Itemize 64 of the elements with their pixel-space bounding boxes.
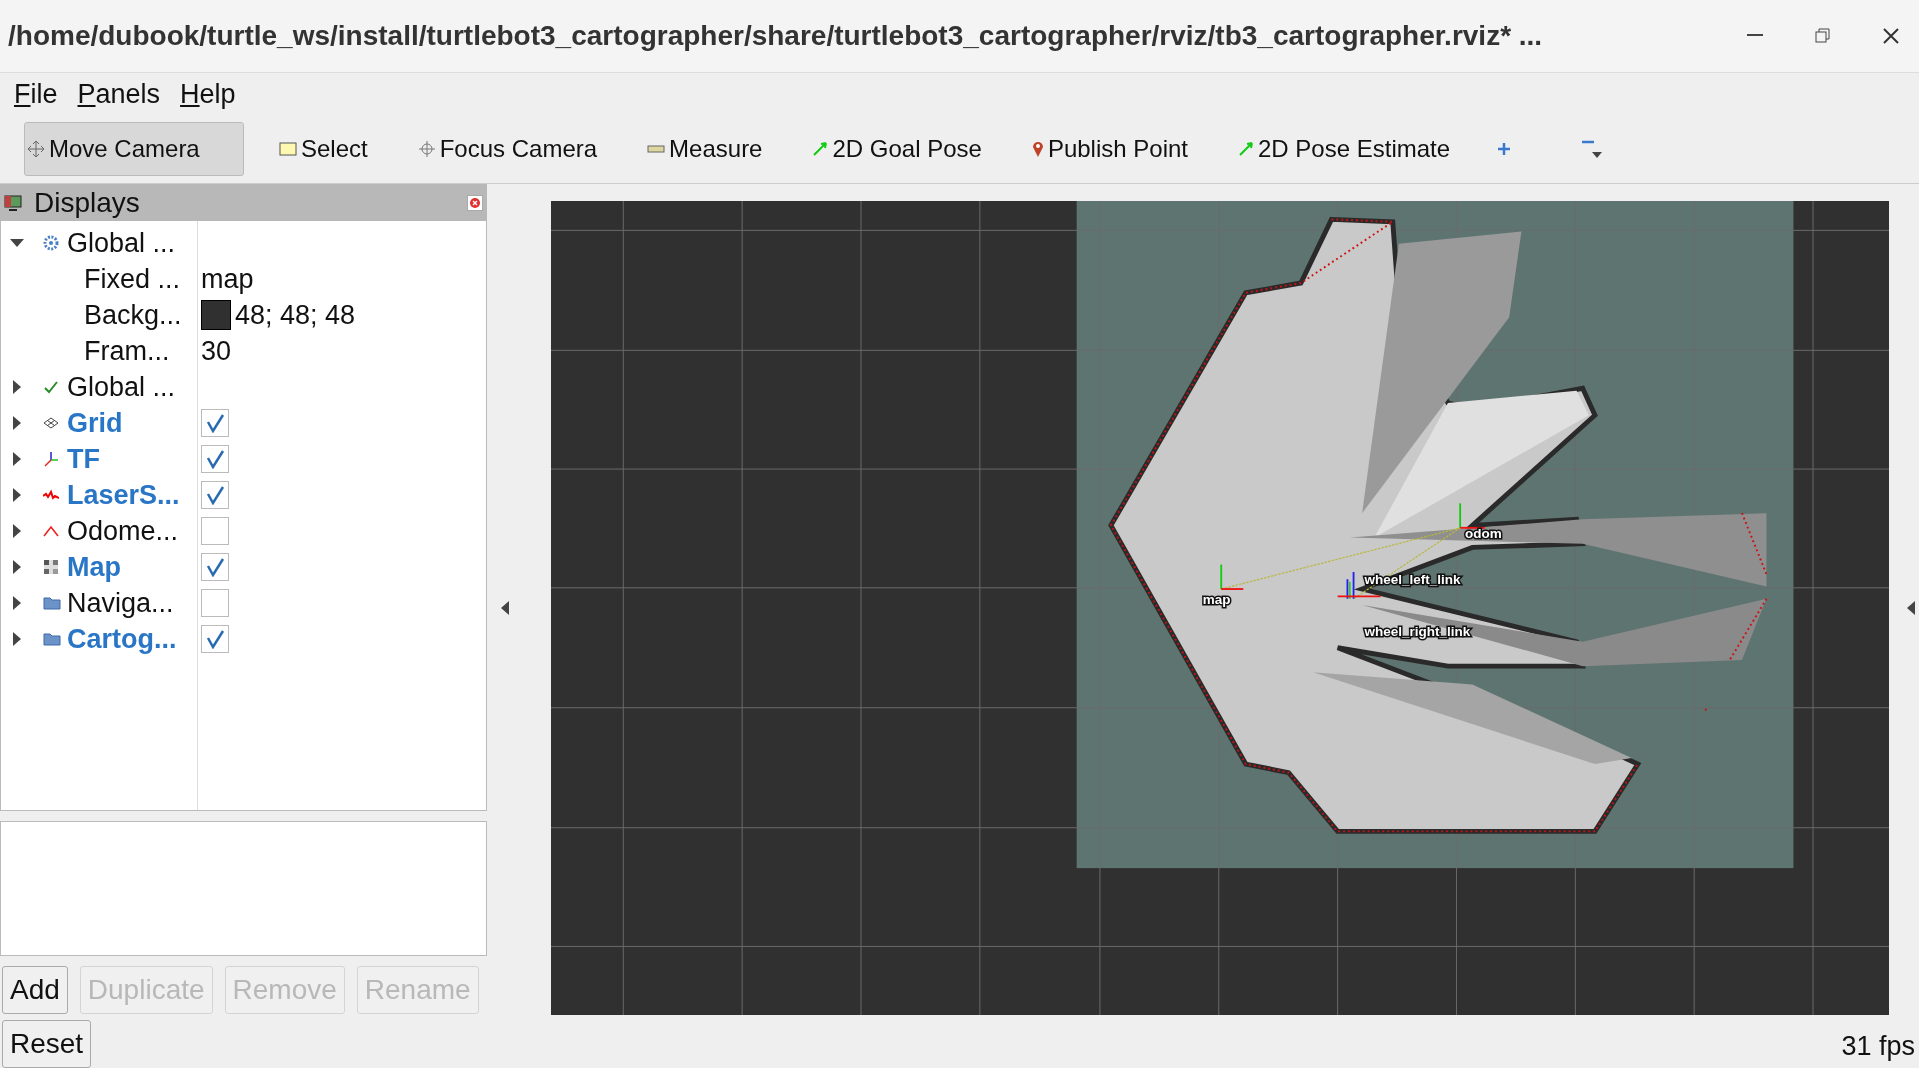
minimize-icon[interactable] (1747, 34, 1763, 38)
property-name: Fram... (84, 335, 170, 367)
property-name: Backg... (84, 299, 182, 331)
move-arrows-icon (27, 140, 45, 158)
display-name[interactable]: Cartog... (67, 623, 177, 655)
property-value[interactable]: 30 (201, 335, 232, 367)
odom-axes-icon (1459, 502, 1486, 529)
tool-button[interactable]: Focus Camera (414, 122, 613, 176)
tool-button[interactable]: Measure (644, 122, 778, 176)
frame-label: odom (1465, 525, 1502, 541)
ruler-icon (647, 145, 666, 153)
display-name[interactable]: Naviga... (67, 587, 174, 619)
display-name[interactable]: Global ... (67, 227, 176, 259)
window-title: /home/dubook/turtle_ws/install/turtlebot3_cartographer/share/turtlebot3_cartographer/rviz/tb3_cartographer.rviz* ... (8, 20, 1544, 52)
close-icon[interactable] (1882, 27, 1900, 45)
frame-label: wheel_right_link (1364, 623, 1471, 639)
checkbox[interactable] (201, 409, 229, 438)
gear-icon (43, 235, 59, 252)
reset-button[interactable]: Reset (2, 1020, 92, 1068)
display-name[interactable]: TF (67, 443, 100, 475)
panel-button[interactable]: Add (2, 966, 68, 1014)
arrow-icon (812, 141, 829, 157)
property-value[interactable]: map (201, 263, 254, 295)
caret-up-icon (43, 525, 59, 538)
property-value[interactable]: 48; 48; 48 (235, 299, 356, 331)
arrow-icon (1238, 141, 1254, 157)
map-icon (43, 559, 59, 576)
check-icon (43, 379, 59, 396)
menu-item[interactable]: File (14, 78, 58, 110)
map-axes-icon (1220, 563, 1245, 590)
checkbox[interactable] (201, 481, 229, 510)
folder-icon (43, 596, 61, 611)
tool-button[interactable]: Publish Point (1028, 122, 1203, 176)
axes-icon (43, 451, 59, 468)
tool-button[interactable]: 2D Goal Pose (809, 122, 997, 176)
display-name[interactable]: Odome... (67, 515, 179, 547)
tool-button[interactable]: Select (276, 122, 383, 176)
display-name[interactable]: Grid (67, 407, 123, 439)
menu-item[interactable]: Panels (77, 78, 161, 110)
checkbox[interactable] (201, 589, 229, 618)
display-name[interactable]: LaserS... (67, 479, 180, 511)
checkbox[interactable] (201, 553, 229, 582)
tool-button[interactable]: Move Camera (24, 122, 244, 176)
panel-title: Displays (34, 186, 141, 219)
folder-icon (43, 632, 61, 647)
crosshair-icon (417, 140, 436, 158)
checkbox[interactable] (201, 445, 229, 474)
add-tool-button[interactable] (1497, 142, 1512, 156)
restore-icon[interactable] (1815, 28, 1831, 44)
color-swatch[interactable] (201, 300, 231, 331)
pin-icon (1031, 140, 1044, 158)
wave-icon (43, 489, 59, 502)
menu-item[interactable]: Help (180, 78, 236, 110)
grid-icon (43, 417, 59, 430)
display-name[interactable]: Global ... (67, 371, 176, 403)
display-name[interactable]: Map (67, 551, 121, 583)
property-name: Fixed ... (84, 263, 181, 295)
checkbox[interactable] (201, 625, 229, 654)
rectangle-icon (279, 142, 297, 156)
tool-button[interactable]: 2D Pose Estimate (1235, 122, 1466, 176)
fps-counter: 31 fps (1841, 1031, 1915, 1062)
checkbox[interactable] (201, 517, 229, 546)
remove-tool-button[interactable] (1581, 138, 1604, 160)
monitor-icon (4, 193, 22, 212)
